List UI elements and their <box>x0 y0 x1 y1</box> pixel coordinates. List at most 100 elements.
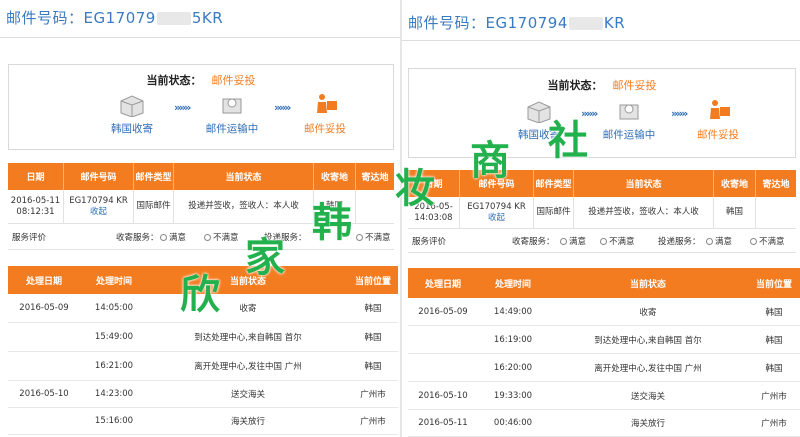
watermark-char: 欣 <box>180 271 220 318</box>
status-label: 当前状态： <box>146 74 202 87</box>
col-date: 日期 <box>8 163 64 190</box>
watermark-char: 妆 <box>395 165 435 212</box>
radio-icon[interactable] <box>560 237 567 245</box>
row-status: 投递并签收，签收人：本人收 <box>574 197 714 228</box>
log-row: 2016-05-09 14:49:00 收寄 韩国 <box>408 298 800 326</box>
log-row: 2016-05-11 00:46:00 海关放行 广州市 <box>408 410 800 437</box>
collect-service-label: 收寄服务： <box>116 232 159 243</box>
step-delivered: 邮件妥投 <box>280 93 370 136</box>
col-type: 邮件类型 <box>134 163 174 190</box>
log-row: 2016-05-10 14:23:00 送交海关 广州市 <box>8 381 398 408</box>
row-type: 国际邮件 <box>134 190 174 223</box>
radio-icon[interactable] <box>356 233 363 241</box>
row-origin: 韩国 <box>714 197 756 228</box>
log-row: 15:16:00 海关放行 广州市 <box>8 408 398 435</box>
service-rating-label: 服务评价 <box>12 232 47 243</box>
table-row: 2016-05- 14:03:08 EG170794 KR 收起 国际邮件 投递… <box>408 197 796 229</box>
divider <box>0 37 400 38</box>
radio-icon[interactable] <box>706 237 713 245</box>
step-in-transit: 邮件运输中 <box>187 93 277 136</box>
redaction-mask <box>156 12 191 25</box>
collect-service-label: 收寄服务： <box>512 236 555 247</box>
row-date: 2016-05-11 08:12:31 <box>8 190 64 223</box>
radio-deliver-unsatisfied[interactable]: 不满意 <box>750 235 785 247</box>
step-label: 韩国收寄 <box>111 123 153 135</box>
radio-icon[interactable] <box>160 233 167 241</box>
watermark-char: 家 <box>245 234 285 281</box>
current-status: 当前状态： 邮件妥投 <box>9 72 393 88</box>
mail-table-header: 日期 邮件号码 邮件类型 当前状态 收寄地 寄达地 <box>408 170 796 197</box>
radio-satisfied[interactable]: 满意 <box>560 235 586 247</box>
status-box: 当前状态： 邮件妥投 韩国收寄 »»» 邮件运输中 »»» 邮件妥投 <box>8 64 394 150</box>
row-type: 国际邮件 <box>534 197 574 228</box>
delivery-person-icon <box>703 99 733 123</box>
step-label: 邮件妥投 <box>697 129 739 141</box>
mail-number-label: 邮件号码： <box>408 14 486 32</box>
radio-icon[interactable] <box>750 237 757 245</box>
radio-icon[interactable] <box>600 237 607 245</box>
log-table-header: 处理日期 处理时间 当前状态 当前位置 <box>408 268 800 298</box>
row-status: 投递并签收，签收人：本人收 <box>174 190 314 223</box>
status-value: 邮件妥投 <box>612 79 657 92</box>
col-status: 当前状态 <box>174 163 314 190</box>
row-number-cell: EG170794 KR 收起 <box>460 197 534 228</box>
radio-unsatisfied[interactable]: 不满意 <box>204 231 239 243</box>
row-number: EG170794 KR <box>69 195 128 206</box>
radio-icon[interactable] <box>204 233 211 241</box>
deliver-service-label: 投递服务： <box>658 236 701 247</box>
col-type: 邮件类型 <box>534 170 574 197</box>
col-origin: 收寄地 <box>314 163 356 190</box>
step-label: 邮件运输中 <box>205 123 259 135</box>
row-destination <box>356 190 394 223</box>
col-current-location: 当前位置 <box>354 276 391 287</box>
watermark-char: 商 <box>470 137 510 184</box>
step-label: 邮件妥投 <box>304 123 346 135</box>
mail-number-title: 邮件号码：EG170794 KR <box>408 12 625 33</box>
right-panel: 邮件号码：EG170794 KR 当前状态： 邮件妥投 韩国收寄 »»» 邮件运输中… <box>402 0 800 437</box>
row-destination <box>756 197 796 228</box>
row-number-cell: EG170794 KR 收起 <box>64 190 134 223</box>
transit-icon <box>614 99 644 123</box>
status-label: 当前状态： <box>547 79 603 92</box>
service-rating-row: 服务评价 收寄服务： 满意 不满意 投递服务： 满意 不满意 <box>408 229 796 253</box>
step-delivered: 邮件妥投 <box>673 99 763 142</box>
current-status: 当前状态： 邮件妥投 <box>409 77 795 93</box>
mail-number-suffix: 5KR <box>191 9 224 27</box>
radio-deliver-unsatisfied[interactable]: 不满意 <box>356 231 391 243</box>
col-process-date: 处理日期 <box>25 276 62 287</box>
log-row: 15:49:00 到达处理中心,来自韩国 首尔 韩国 <box>8 323 398 352</box>
col-process-time: 处理时间 <box>494 279 531 290</box>
mail-number-suffix: KR <box>603 14 626 32</box>
watermark-char: 社 <box>548 117 588 164</box>
radio-unsatisfied[interactable]: 不满意 <box>600 235 635 247</box>
col-current-location: 当前位置 <box>755 279 792 290</box>
mail-number-title: 邮件号码：EG17079 5KR <box>6 7 223 28</box>
mail-table-header: 日期 邮件号码 邮件类型 当前状态 收寄地 寄达地 <box>8 163 394 190</box>
mail-number-label: 邮件号码： <box>6 9 84 27</box>
step-label: 邮件运输中 <box>602 129 656 141</box>
col-number: 邮件号码 <box>64 163 134 190</box>
row-number: EG170794 KR <box>467 201 526 212</box>
delivery-person-icon <box>310 93 340 117</box>
status-value: 邮件妥投 <box>211 74 256 87</box>
collapse-link[interactable]: 收起 <box>488 213 505 224</box>
radio-deliver-satisfied[interactable]: 满意 <box>706 235 732 247</box>
log-row: 16:21:00 离开处理中心,发往中国 广州 韩国 <box>8 352 398 381</box>
col-process-date: 处理日期 <box>424 279 461 290</box>
service-rating-label: 服务评价 <box>412 236 447 247</box>
log-row: 16:19:00 到达处理中心,来自韩国 首尔 韩国 <box>408 326 800 354</box>
collapse-link[interactable]: 收起 <box>90 207 107 218</box>
watermark-char: 韩 <box>312 199 352 246</box>
mail-number-prefix: EG17079 <box>83 9 156 27</box>
col-destination: 寄达地 <box>361 173 389 183</box>
col-status: 当前状态 <box>574 170 714 197</box>
log-row: 16:20:00 离开处理中心,发往中国 广州 韩国 <box>408 354 800 382</box>
divider <box>402 40 800 41</box>
redaction-mask <box>568 17 603 30</box>
col-destination: 寄达地 <box>762 180 790 190</box>
log-row: 2016-05-10 19:33:00 送交海关 广州市 <box>408 382 800 410</box>
step-in-transit: 邮件运输中 <box>584 99 674 142</box>
col-process-time: 处理时间 <box>95 276 132 287</box>
radio-satisfied[interactable]: 满意 <box>160 231 186 243</box>
package-icon <box>117 93 147 118</box>
